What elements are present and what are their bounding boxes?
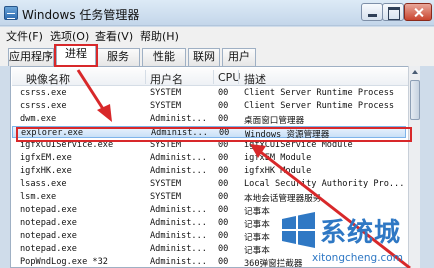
menu-help[interactable]: 帮助(H) — [140, 28, 179, 44]
process-user: Administ... — [150, 257, 207, 267]
task-manager-window: Windows 任务管理器 文件(F) 选项(O) 查看(V) 帮助(H) 应用… — [0, 0, 434, 268]
process-user: Administ... — [150, 114, 207, 124]
column-user-name[interactable]: 用户名 — [150, 71, 183, 87]
tab-users[interactable]: 用户 — [222, 48, 256, 66]
process-description: Local Security Authority Pro... — [244, 179, 404, 189]
table-row[interactable]: igfxHK.exe Administ... 00 igfxHK Module — [12, 165, 406, 177]
table-row[interactable]: csrss.exe SYSTEM 00 Client Server Runtime P… — [12, 87, 406, 99]
process-user: Administ... — [150, 166, 207, 176]
process-cpu: 00 — [218, 257, 229, 267]
process-image-name: notepad.exe — [20, 231, 77, 241]
process-user: Administ... — [150, 244, 207, 254]
process-image-name: lsass.exe — [20, 179, 67, 189]
process-cpu: 00 — [218, 153, 229, 163]
table-row[interactable]: igfxEM.exe Administ... 00 igfxEM Module — [12, 152, 406, 164]
table-row[interactable]: csrss.exe SYSTEM 00 Client Server Runtime P… — [12, 100, 406, 112]
watermark: 系统城 xitongcheng.com — [278, 206, 434, 268]
process-cpu: 00 — [218, 88, 229, 98]
tab-services[interactable]: 服务 — [96, 48, 140, 66]
menu-options[interactable]: 选项(O) — [50, 28, 89, 44]
process-user: SYSTEM — [150, 88, 182, 98]
watermark-brand: 系统城 — [320, 218, 402, 248]
table-row[interactable]: lsass.exe SYSTEM 00 Local Security Authorit… — [12, 178, 406, 190]
process-image-name: notepad.exe — [20, 218, 77, 228]
table-row[interactable]: lsm.exe SYSTEM 00 本地会话管理器服务 — [12, 191, 406, 204]
process-image-name: csrss.exe — [20, 101, 67, 111]
process-cpu: 00 — [218, 205, 229, 215]
windows-logo-icon — [282, 212, 315, 248]
process-user: Administ... — [150, 153, 207, 163]
process-cpu: 00 — [218, 218, 229, 228]
process-cpu: 00 — [218, 244, 229, 254]
process-cpu: 00 — [218, 101, 229, 111]
process-description: 本地会话管理器服务 — [244, 194, 322, 204]
process-user: Administ... — [150, 205, 207, 215]
process-cpu: 00 — [218, 114, 229, 124]
process-image-name: notepad.exe — [20, 244, 77, 254]
column-divider — [145, 70, 146, 84]
process-description: 桌面窗口管理器 — [244, 116, 305, 126]
scroll-up-icon[interactable] — [410, 67, 420, 78]
minimize-button[interactable] — [361, 3, 383, 21]
process-user: SYSTEM — [150, 101, 182, 111]
process-description: Client Server Runtime Process — [244, 101, 395, 111]
scroll-thumb[interactable] — [410, 80, 420, 120]
process-image-name: dwm.exe — [20, 114, 57, 124]
close-button[interactable] — [404, 3, 432, 21]
watermark-url: xitongcheng.com — [312, 252, 403, 264]
process-image-name: igfxHK.exe — [20, 166, 72, 176]
menu-view[interactable]: 查看(V) — [95, 28, 133, 44]
process-table-header: 映像名称 用户名 CPU 描述 — [12, 68, 418, 86]
column-divider — [213, 70, 214, 84]
table-row[interactable]: dwm.exe Administ... 00 桌面窗口管理器 — [12, 113, 406, 126]
menu-file[interactable]: 文件(F) — [6, 28, 43, 44]
tab-applications[interactable]: 应用程序 — [8, 48, 54, 66]
column-description[interactable]: 描述 — [244, 71, 266, 87]
column-image-name[interactable]: 映像名称 — [26, 71, 70, 87]
process-image-name: igfxEM.exe — [20, 153, 72, 163]
process-image-name: notepad.exe — [20, 205, 77, 215]
process-image-name: csrss.exe — [20, 88, 67, 98]
window-title: Windows 任务管理器 — [22, 8, 140, 22]
process-cpu: 00 — [218, 179, 229, 189]
title-bar: Windows 任务管理器 — [0, 0, 434, 26]
process-cpu: 00 — [218, 166, 229, 176]
process-user: Administ... — [150, 218, 207, 228]
process-user: SYSTEM — [150, 179, 182, 189]
tab-performance[interactable]: 性能 — [142, 48, 186, 66]
column-divider — [238, 70, 239, 84]
maximize-button[interactable] — [382, 3, 404, 21]
task-manager-icon — [4, 6, 18, 20]
menu-bar: 文件(F) 选项(O) 查看(V) 帮助(H) — [0, 27, 434, 44]
process-user: SYSTEM — [150, 192, 182, 202]
row-highlight-box — [16, 127, 412, 142]
tab-highlight-box — [54, 44, 98, 67]
tab-networking[interactable]: 联网 — [188, 48, 220, 66]
process-image-name: PopWndLog.exe *32 — [20, 257, 108, 267]
process-description: Client Server Runtime Process — [244, 88, 395, 98]
process-cpu: 00 — [218, 231, 229, 241]
process-user: Administ... — [150, 231, 207, 241]
process-description: igfxEM Module — [244, 153, 312, 163]
process-cpu: 00 — [218, 192, 229, 202]
process-description: igfxHK Module — [244, 166, 312, 176]
process-image-name: lsm.exe — [20, 192, 57, 202]
